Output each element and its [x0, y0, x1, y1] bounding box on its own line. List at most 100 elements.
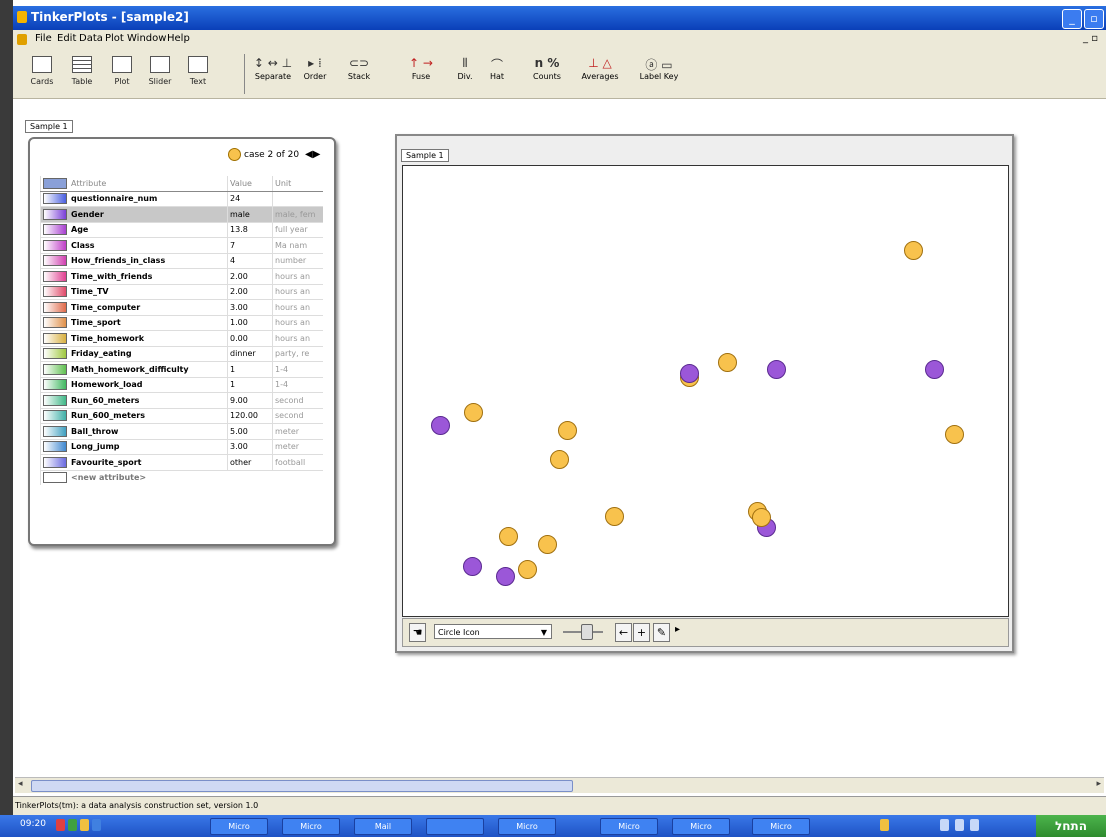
fuse-button[interactable]: ↑ → Fuse: [403, 56, 439, 81]
case-point[interactable]: [431, 415, 450, 435]
attribute-row[interactable]: Time_homework 0.00 hours an: [40, 330, 323, 347]
attribute-unit[interactable]: Ma nam: [272, 237, 323, 254]
attribute-name[interactable]: Run_60_meters: [40, 392, 228, 409]
attribute-name[interactable]: Time_computer: [40, 299, 228, 316]
attribute-value[interactable]: 2.00: [227, 284, 273, 300]
stack-button[interactable]: ⊂⊃ Stack: [341, 56, 377, 81]
attribute-name[interactable]: Homework_load: [40, 377, 228, 393]
case-nav-arrows-icon[interactable]: ◀▶: [305, 149, 320, 160]
icon-type-select[interactable]: Circle Icon ▼: [434, 624, 552, 639]
attribute-value[interactable]: 1: [227, 361, 273, 378]
attribute-value[interactable]: 5.00: [227, 423, 273, 440]
attribute-row[interactable]: Math_homework_difficulty 1 1-4: [40, 361, 323, 378]
attribute-row[interactable]: Long_jump 3.00 meter: [40, 439, 323, 455]
attribute-value[interactable]: dinner: [227, 346, 273, 362]
attribute-name[interactable]: Time_with_friends: [40, 268, 228, 285]
case-point[interactable]: [463, 556, 483, 576]
taskbar-button[interactable]: Micro: [752, 818, 810, 835]
start-button[interactable]: התחל: [1036, 815, 1106, 837]
case-point[interactable]: [538, 535, 558, 555]
attribute-row[interactable]: Run_60_meters 9.00 second: [40, 392, 323, 409]
attribute-unit[interactable]: 1-4: [272, 361, 323, 378]
attribute-row[interactable]: How_friends_in_class 4 number: [40, 253, 323, 269]
attribute-unit[interactable]: meter: [272, 439, 323, 455]
attribute-row[interactable]: Ball_throw 5.00 meter: [40, 423, 323, 440]
attribute-unit[interactable]: football: [272, 454, 323, 471]
averages-button[interactable]: ⊥ △ Averages: [577, 56, 623, 81]
attribute-unit[interactable]: meter: [272, 423, 323, 440]
attribute-value[interactable]: 3.00: [227, 299, 273, 316]
horizontal-scrollbar[interactable]: ◂ ▸: [15, 777, 1104, 793]
attribute-value[interactable]: male: [227, 206, 273, 223]
attribute-value[interactable]: 1: [227, 377, 273, 393]
attribute-row[interactable]: Run_600_meters 120.00 second: [40, 408, 323, 424]
attribute-name[interactable]: Ball_throw: [40, 423, 228, 440]
tray-icon[interactable]: [92, 819, 101, 831]
case-point[interactable]: [679, 363, 699, 383]
attribute-row[interactable]: questionnaire_num 24: [40, 191, 323, 207]
workspace-tab[interactable]: Sample 1: [25, 120, 73, 133]
tray-icon[interactable]: [880, 819, 889, 831]
slider-handle[interactable]: [581, 624, 593, 640]
attribute-unit[interactable]: full year: [272, 222, 323, 238]
attribute-value[interactable]: 2.00: [227, 268, 273, 285]
tray-icon[interactable]: [970, 819, 979, 831]
attribute-unit[interactable]: number: [272, 253, 323, 269]
tray-icon[interactable]: [56, 819, 65, 831]
plot-area[interactable]: [402, 165, 1009, 617]
new-attribute-row[interactable]: <new attribute>: [40, 470, 323, 485]
attribute-unit[interactable]: male, fem: [272, 206, 323, 223]
taskbar-button[interactable]: [426, 818, 484, 835]
menu-window[interactable]: Window: [127, 33, 166, 44]
attribute-unit[interactable]: second: [272, 392, 323, 409]
case-point[interactable]: [558, 420, 578, 440]
attribute-name[interactable]: Math_homework_difficulty: [40, 361, 228, 378]
tray-icon[interactable]: [940, 819, 949, 831]
case-point[interactable]: [518, 559, 538, 579]
attribute-value[interactable]: 13.8: [227, 222, 273, 238]
attribute-name[interactable]: Class: [40, 237, 228, 254]
attribute-name[interactable]: Age: [40, 222, 228, 238]
attribute-row[interactable]: Time_sport 1.00 hours an: [40, 315, 323, 331]
attribute-unit[interactable]: second: [272, 408, 323, 424]
taskbar-button[interactable]: Micro: [600, 818, 658, 835]
menu-plot[interactable]: Plot: [105, 33, 124, 44]
tray-icon[interactable]: [80, 819, 89, 831]
case-point[interactable]: [904, 240, 924, 260]
attribute-row[interactable]: Gender male male, fem: [40, 206, 323, 223]
attribute-row[interactable]: Time_computer 3.00 hours an: [40, 299, 323, 316]
taskbar-button[interactable]: Mail: [354, 818, 412, 835]
case-point[interactable]: [717, 352, 737, 372]
tray-icon[interactable]: [955, 819, 964, 831]
menu-edit[interactable]: Edit: [57, 33, 76, 44]
order-button[interactable]: ▸ ⁞ Order: [297, 56, 333, 81]
plot-tab[interactable]: Sample 1: [401, 149, 449, 162]
attribute-row[interactable]: Friday_eating dinner party, re: [40, 346, 323, 362]
hat-button[interactable]: ⌒ Hat: [483, 56, 511, 81]
attribute-unit[interactable]: hours an: [272, 284, 323, 300]
attribute-value[interactable]: 7: [227, 237, 273, 254]
attribute-unit[interactable]: hours an: [272, 268, 323, 285]
counts-button[interactable]: n % Counts: [527, 56, 567, 81]
case-point[interactable]: [499, 527, 519, 547]
taskbar-button[interactable]: Micro: [210, 818, 268, 835]
case-point[interactable]: [604, 506, 624, 526]
attribute-value[interactable]: 4: [227, 253, 273, 269]
menu-data[interactable]: Data: [79, 33, 103, 44]
scroll-right-icon[interactable]: ▸: [1096, 779, 1101, 789]
scroll-left-icon[interactable]: ◂: [18, 779, 23, 789]
menu-file[interactable]: File: [35, 33, 52, 44]
cards-button[interactable]: Cards: [29, 56, 55, 94]
attribute-name[interactable]: Friday_eating: [40, 346, 228, 362]
attribute-value[interactable]: 9.00: [227, 392, 273, 409]
attribute-value[interactable]: 0.00: [227, 330, 273, 347]
attribute-value[interactable]: 3.00: [227, 439, 273, 455]
case-point[interactable]: [550, 450, 570, 470]
case-point[interactable]: [944, 424, 964, 444]
slider-button[interactable]: Slider: [145, 56, 175, 94]
text-button[interactable]: Text: [185, 56, 211, 94]
attribute-unit[interactable]: 1-4: [272, 377, 323, 393]
separate-button[interactable]: ↕ ↔ ⊥ Separate: [253, 56, 293, 81]
attribute-row[interactable]: Time_with_friends 2.00 hours an: [40, 268, 323, 285]
shrink-icon[interactable]: ←: [615, 623, 632, 642]
